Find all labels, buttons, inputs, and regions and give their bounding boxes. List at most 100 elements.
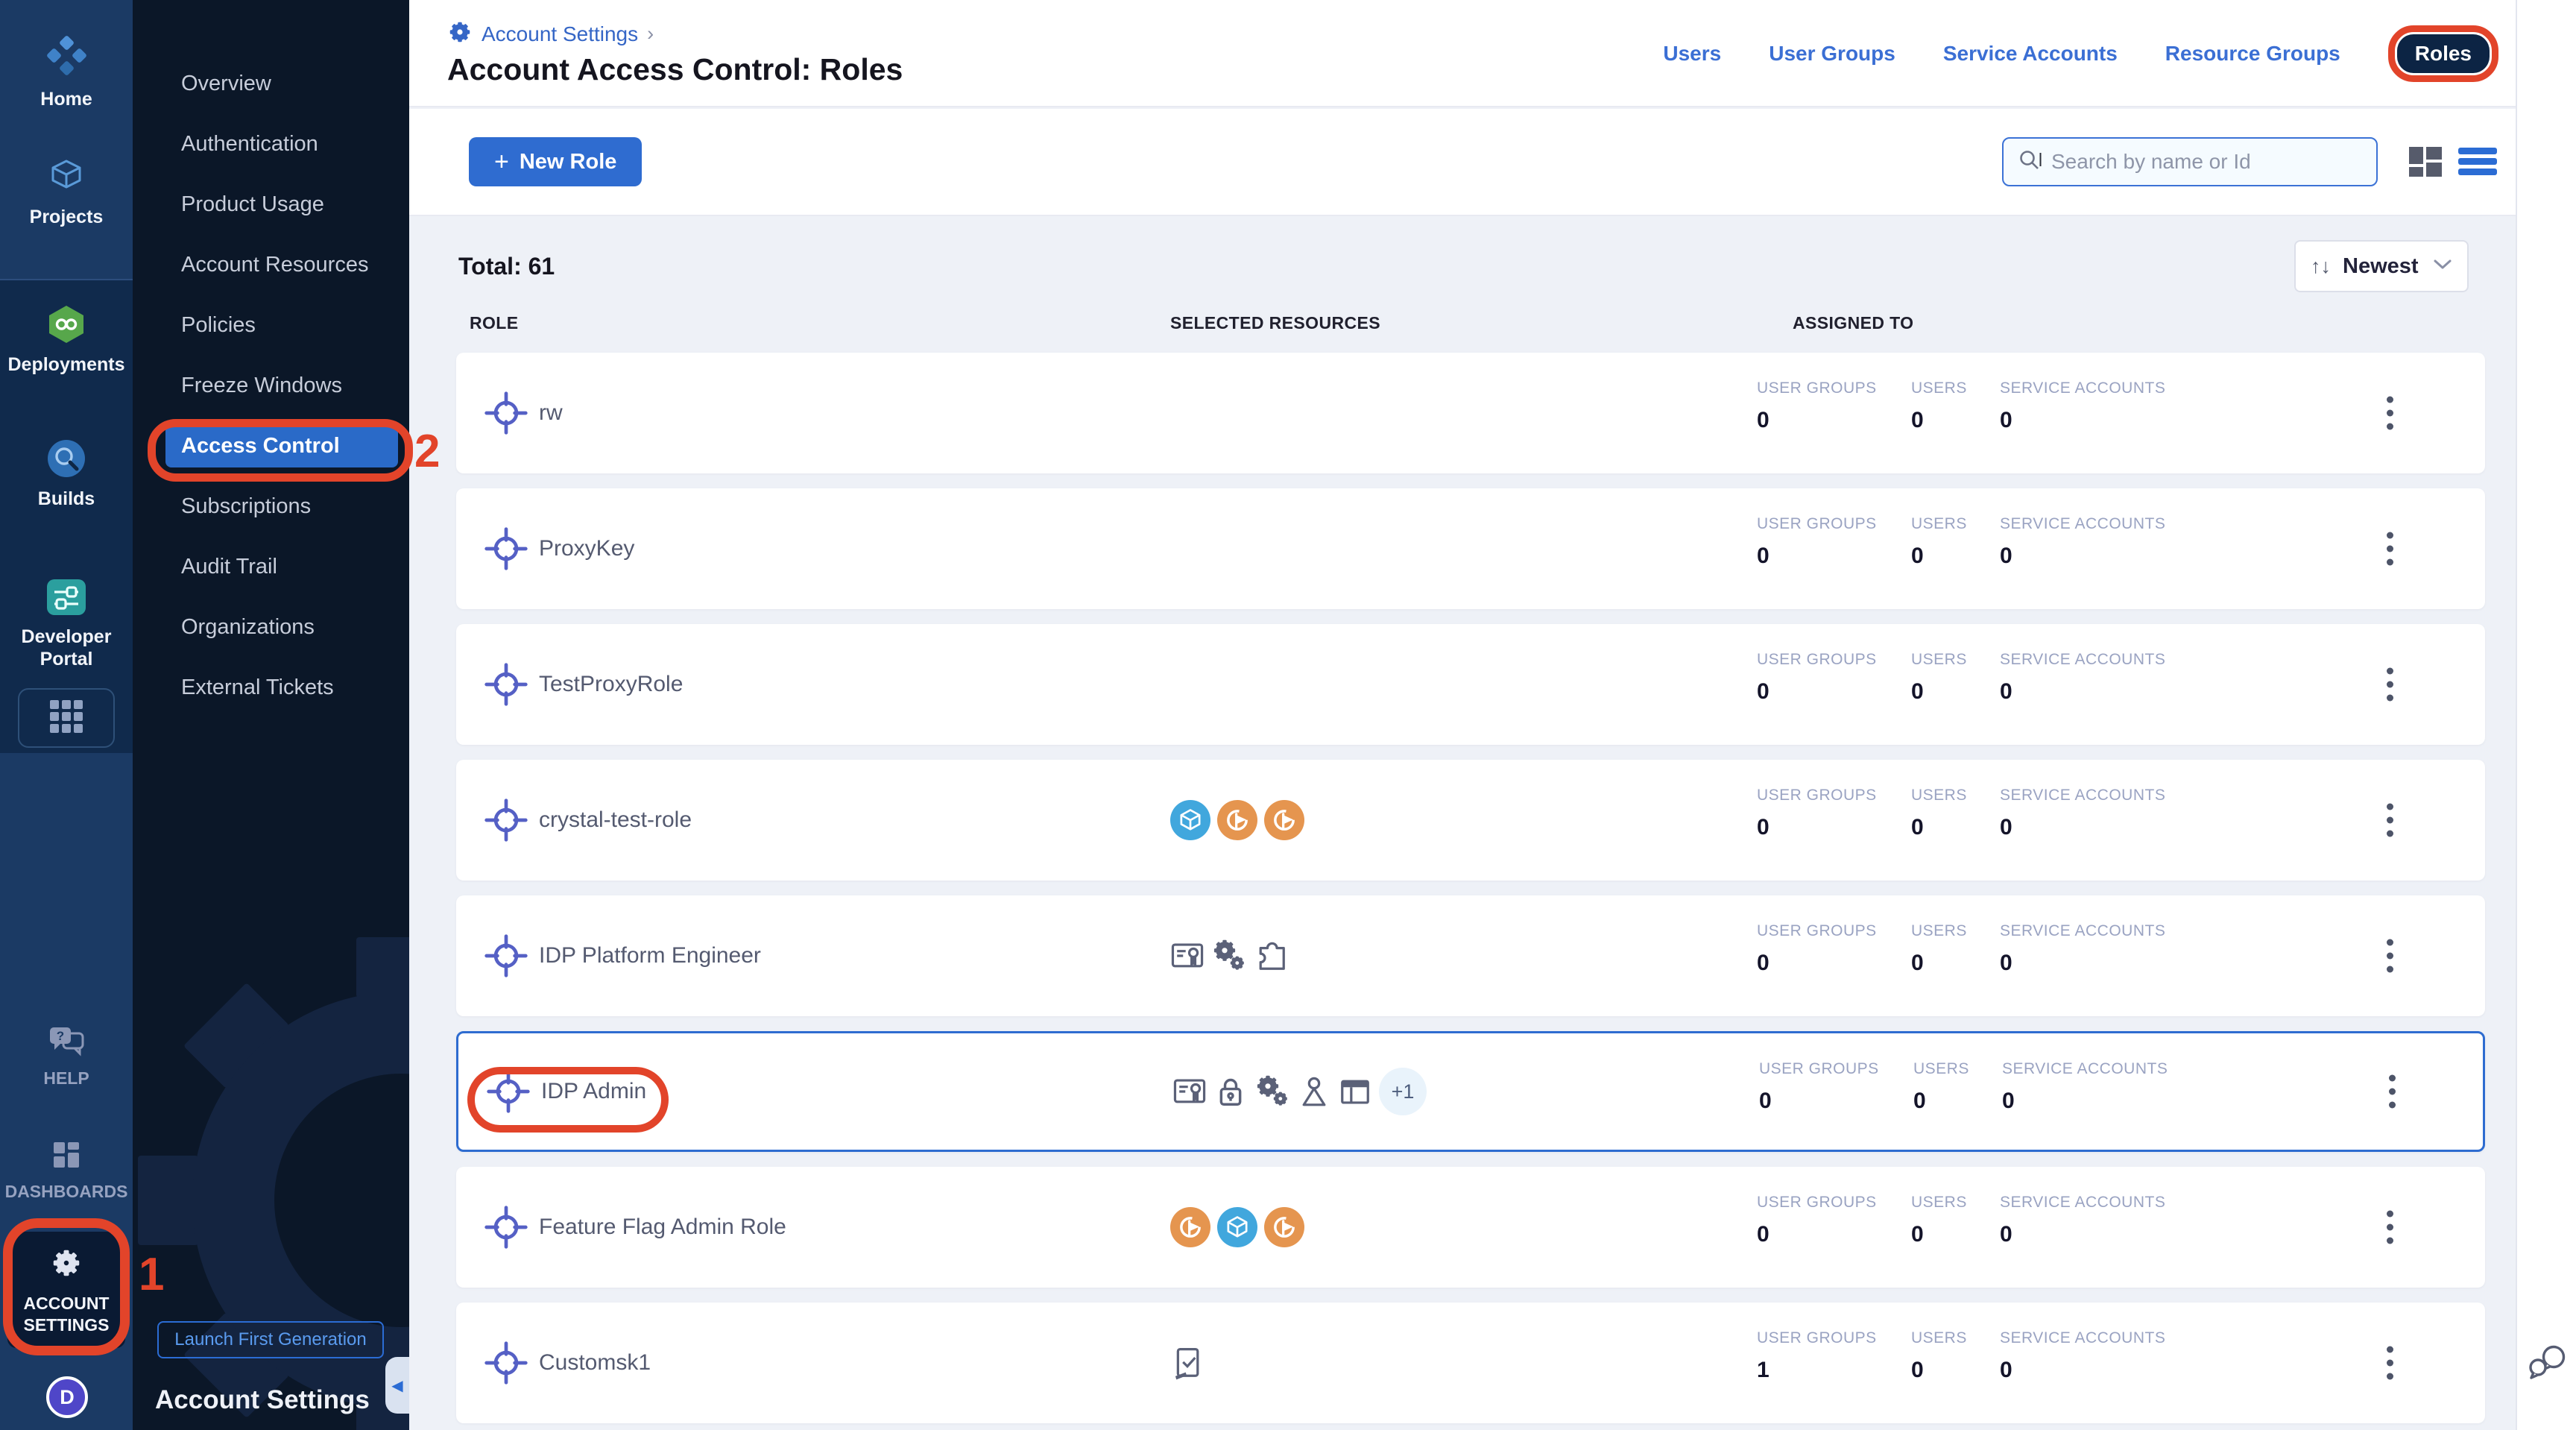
- projects-icon: [45, 158, 88, 201]
- grid-view-toggle[interactable]: [2406, 144, 2445, 180]
- assigned-to: USER GROUPS 0 USERS 0 SERVICE ACCOUNTS 0: [1757, 787, 2238, 840]
- sidebar-item-freeze-windows[interactable]: Freeze Windows: [133, 356, 409, 416]
- role-row-testproxyrole[interactable]: TestProxyRole USER GROUPS 0 USERS 0 SERV…: [456, 624, 2485, 745]
- sidebar-item-organizations[interactable]: Organizations: [133, 597, 409, 658]
- sidebar-item-audit-trail[interactable]: Audit Trail: [133, 537, 409, 597]
- assigned-col-user-groups: USER GROUPS 0: [1757, 651, 1911, 705]
- sidebar-item-policies[interactable]: Policies: [133, 295, 409, 356]
- row-menu-button[interactable]: [2376, 658, 2404, 712]
- row-menu-button[interactable]: [2376, 1200, 2404, 1255]
- role-crosshair-icon: [485, 1068, 531, 1115]
- gear-icon: [48, 1244, 85, 1285]
- column-header-role: ROLE: [470, 313, 519, 333]
- sidebar-collapse-button[interactable]: ◀: [385, 1357, 409, 1414]
- rail-item-deployments[interactable]: Deployments: [0, 304, 133, 377]
- list-view-toggle[interactable]: [2457, 145, 2498, 179]
- selected-resources: [1170, 1346, 1205, 1380]
- launch-first-generation-button[interactable]: Launch First Generation: [157, 1321, 384, 1358]
- assigned-label: USER GROUPS: [1757, 651, 1911, 669]
- sidebar-item-access-control[interactable]: Access Control: [165, 425, 398, 467]
- assigned-col-user-groups: USER GROUPS 0: [1757, 515, 1911, 569]
- layout-resource-icon: [1338, 1074, 1372, 1109]
- assigned-label: USERS: [1911, 379, 2000, 397]
- total-count: Total: 61: [458, 253, 555, 280]
- assigned-label: USER GROUPS: [1757, 515, 1911, 533]
- role-row-crystal-test-role[interactable]: crystal-test-role USER GROUPS 0 USERS 0 …: [456, 760, 2485, 881]
- assigned-label: USERS: [1911, 515, 2000, 533]
- tab-resource-groups[interactable]: Resource Groups: [2165, 42, 2340, 66]
- row-menu-button[interactable]: [2378, 1065, 2406, 1119]
- role-row-proxykey[interactable]: ProxyKey USER GROUPS 0 USERS 0 SERVICE A…: [456, 488, 2485, 609]
- row-menu-button[interactable]: [2376, 386, 2404, 441]
- tab-users[interactable]: Users: [1663, 42, 1721, 66]
- sidebar-item-subscriptions[interactable]: Subscriptions: [133, 476, 409, 537]
- assigned-label: USERS: [1911, 922, 2000, 940]
- assigned-label: USER GROUPS: [1757, 1194, 1911, 1212]
- role-row-idp-admin[interactable]: IDP Admin +1 USER GROUPS 0 USERS 0 SERVI…: [456, 1031, 2485, 1152]
- breadcrumb-link-account-settings[interactable]: Account Settings: [482, 22, 638, 46]
- role-row-rw[interactable]: rw USER GROUPS 0 USERS 0 SERVICE ACCOUNT…: [456, 353, 2485, 473]
- environment-resource-icon: [1170, 800, 1210, 840]
- rail-item-dashboards[interactable]: DASHBOARDS: [0, 1138, 133, 1203]
- rail-item-account-settings[interactable]: ACCOUNT SETTINGS: [7, 1232, 125, 1348]
- sidebar-item-product-usage[interactable]: Product Usage: [133, 174, 409, 235]
- tab-service-accounts[interactable]: Service Accounts: [1943, 42, 2118, 66]
- support-chat-icon[interactable]: [2526, 1341, 2571, 1390]
- assigned-count: 0: [2000, 951, 2238, 976]
- assigned-col-service-accounts: SERVICE ACCOUNTS 0: [2000, 379, 2238, 433]
- apps-grid-icon: [47, 697, 86, 740]
- rail-item-help[interactable]: ? HELP: [0, 1024, 133, 1089]
- tab-user-groups[interactable]: User Groups: [1769, 42, 1895, 66]
- person-resource-icon: [1297, 1074, 1331, 1109]
- assigned-to: USER GROUPS 0 USERS 0 SERVICE ACCOUNTS 0: [1757, 1194, 2238, 1247]
- sidebar-footer-title: Account Settings: [155, 1385, 370, 1415]
- developer-portal-icon: [45, 578, 87, 620]
- access-control-tabs: Users User Groups Service Accounts Resource…: [1663, 0, 2498, 107]
- new-role-button[interactable]: + New Role: [469, 137, 642, 186]
- user-avatar[interactable]: D: [46, 1376, 88, 1418]
- role-name: Customsk1: [539, 1350, 651, 1376]
- breadcrumb-gear-icon: [447, 19, 473, 48]
- dashboards-icon: [49, 1138, 83, 1176]
- row-menu-button[interactable]: [2376, 929, 2404, 983]
- role-row-customsk1[interactable]: Customsk1 USER GROUPS 1 USERS 0 SERVICE …: [456, 1303, 2485, 1423]
- sidebar-item-account-resources[interactable]: Account Resources: [133, 235, 409, 295]
- assigned-label: SERVICE ACCOUNTS: [2000, 787, 2238, 804]
- assigned-count: 0: [2000, 1222, 2238, 1247]
- role-row-idp-platform-engineer[interactable]: IDP Platform Engineer USER GROUPS 0 USER…: [456, 895, 2485, 1016]
- role-row-feature-flag-admin-role[interactable]: Feature Flag Admin Role USER GROUPS 0 US…: [456, 1167, 2485, 1288]
- search-field: [2002, 137, 2378, 186]
- row-menu-button[interactable]: [2376, 1336, 2404, 1390]
- rail-item-builds[interactable]: Builds: [0, 438, 133, 511]
- module-rail: Home Projects Deployments Builds Develop…: [0, 0, 133, 1430]
- assigned-label: USERS: [1911, 1194, 2000, 1212]
- sidebar-item-overview[interactable]: Overview: [133, 54, 409, 114]
- module-switcher-button[interactable]: [18, 688, 115, 748]
- assigned-col-users: USERS 0: [1913, 1060, 2002, 1114]
- rail-item-developer-portal[interactable]: Developer Portal: [0, 578, 133, 670]
- assigned-label: USERS: [1911, 787, 2000, 804]
- svg-text:?: ?: [57, 1029, 64, 1043]
- role-name: ProxyKey: [539, 536, 634, 561]
- assigned-label: USERS: [1911, 651, 2000, 669]
- rail-item-home[interactable]: Home: [0, 36, 133, 111]
- rail-item-projects[interactable]: Projects: [0, 158, 133, 229]
- assigned-col-service-accounts: SERVICE ACCOUNTS 0: [2000, 1194, 2238, 1247]
- assigned-col-users: USERS 0: [1911, 922, 2000, 976]
- sort-dropdown[interactable]: ↑↓ Newest: [2294, 240, 2469, 292]
- sidebar-item-authentication[interactable]: Authentication: [133, 114, 409, 174]
- sidebar-item-external-tickets[interactable]: External Tickets: [133, 658, 409, 718]
- assigned-count: 0: [1757, 1222, 1911, 1247]
- row-menu-button[interactable]: [2376, 793, 2404, 848]
- tab-roles[interactable]: Roles: [2397, 34, 2490, 73]
- feature-flag-resource-icon: [1264, 1207, 1304, 1247]
- search-input[interactable]: [2051, 150, 2364, 174]
- assigned-count: 0: [1759, 1089, 1913, 1114]
- assigned-count: 0: [1911, 679, 2000, 705]
- builds-icon: [46, 438, 86, 482]
- selected-resources: [1170, 1207, 1304, 1247]
- rail-item-label: ACCOUNT SETTINGS: [23, 1293, 109, 1336]
- row-menu-button[interactable]: [2376, 522, 2404, 576]
- assigned-count: 0: [1757, 544, 1911, 569]
- account-settings-sidebar: OverviewAuthenticationProduct UsageAccou…: [133, 0, 409, 1430]
